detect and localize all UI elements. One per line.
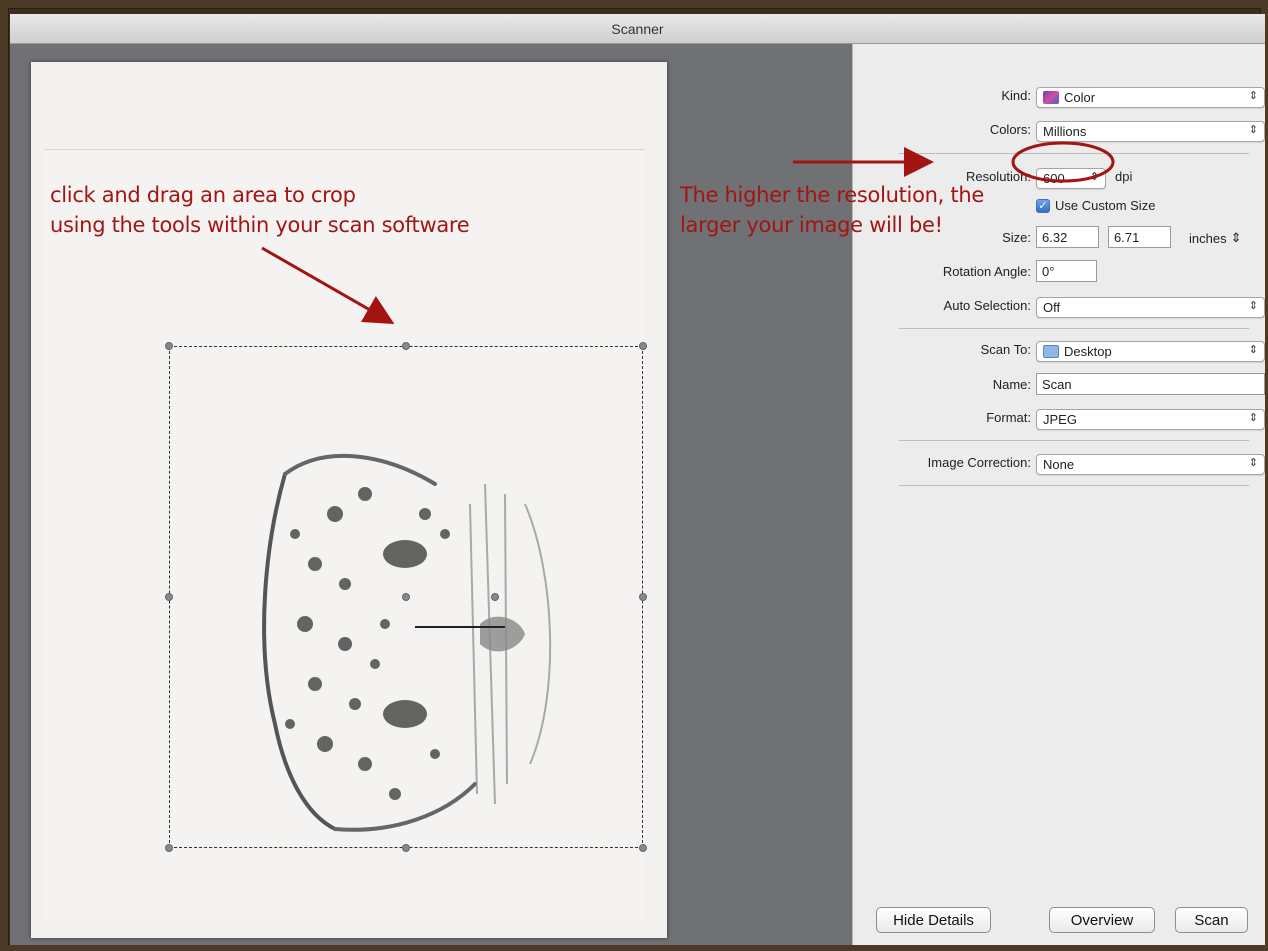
- overview-button[interactable]: Overview: [1049, 907, 1155, 933]
- resolution-unit: dpi: [1115, 169, 1133, 184]
- scanner-window: Scanner Kind: Color ⇕ Colors: Millions ⇕…: [10, 14, 1265, 945]
- folder-icon: [1043, 345, 1059, 358]
- auto-selection-popup[interactable]: Off ⇕: [1036, 297, 1265, 318]
- name-label: Name:: [992, 377, 1031, 392]
- scan-label: Scan: [1194, 911, 1229, 929]
- updown-arrows-icon: ⇕: [1089, 171, 1099, 183]
- hide-details-label: Hide Details: [893, 911, 974, 929]
- colors-popup[interactable]: Millions ⇕: [1036, 121, 1265, 142]
- crop-instruction-line-2: using the tools within your scan softwar…: [50, 213, 470, 237]
- rotation-label: Rotation Angle:: [942, 264, 1031, 279]
- rotation-field[interactable]: 0°: [1036, 260, 1097, 282]
- updown-arrows-icon: ⇕: [1248, 124, 1258, 136]
- scan-button[interactable]: Scan: [1175, 907, 1248, 933]
- overview-label: Overview: [1070, 911, 1134, 929]
- separator: [899, 440, 1249, 441]
- size-unit: inches: [1189, 230, 1227, 246]
- scan-preview-area[interactable]: [10, 44, 852, 945]
- crop-handle-top-middle[interactable]: [402, 342, 410, 350]
- scan-to-value: Desktop: [1064, 344, 1112, 359]
- crop-instruction-line-1: click and drag an area to crop: [50, 183, 356, 207]
- auto-selection-value: Off: [1043, 300, 1061, 315]
- size-unit-popup[interactable]: inches ⇕: [1189, 230, 1241, 246]
- crop-handle-top-right[interactable]: [639, 342, 647, 350]
- format-label: Format:: [986, 410, 1031, 425]
- image-correction-popup[interactable]: None ⇕: [1036, 454, 1265, 475]
- details-panel: Kind: Color ⇕ Colors: Millions ⇕ Resolut…: [852, 44, 1265, 945]
- colors-label: Colors:: [989, 122, 1031, 137]
- size-label: Size:: [1002, 230, 1031, 245]
- rotation-handle-right[interactable]: [491, 593, 499, 601]
- kind-popup[interactable]: Color ⇕: [1036, 87, 1265, 108]
- updown-arrows-icon: ⇕: [1248, 457, 1258, 469]
- separator: [899, 328, 1249, 329]
- color-swatch-icon: [1043, 91, 1059, 104]
- crop-handle-bottom-left[interactable]: [165, 844, 173, 852]
- kind-label: Kind:: [1001, 88, 1031, 103]
- crop-handle-middle-left[interactable]: [165, 593, 173, 601]
- title-bar: Scanner: [10, 14, 1265, 44]
- scan-to-popup[interactable]: Desktop ⇕: [1036, 341, 1265, 362]
- auto-selection-label: Auto Selection:: [943, 298, 1031, 313]
- rotation-handle-left[interactable]: [402, 593, 410, 601]
- crop-handle-bottom-middle[interactable]: [402, 844, 410, 852]
- resolution-note-line-2: larger your image will be!: [680, 213, 943, 237]
- kind-value: Color: [1064, 90, 1096, 105]
- name-value: Scan: [1042, 376, 1072, 392]
- name-field[interactable]: Scan: [1036, 373, 1265, 395]
- resolution-popup[interactable]: 600 ⇕: [1036, 168, 1106, 189]
- crop-handle-top-left[interactable]: [165, 342, 173, 350]
- colors-value: Millions: [1043, 124, 1087, 139]
- updown-arrows-icon: ⇕: [1248, 300, 1258, 312]
- size-height-value: 6.71: [1114, 229, 1140, 245]
- updown-arrows-icon: ⇕: [1248, 344, 1258, 356]
- image-correction-label: Image Correction:: [927, 455, 1031, 470]
- crop-handle-middle-right[interactable]: [639, 593, 647, 601]
- scan-to-label: Scan To:: [980, 342, 1031, 357]
- resolution-value: 600: [1043, 171, 1065, 186]
- window-title: Scanner: [611, 20, 664, 37]
- separator: [899, 153, 1249, 154]
- size-width-value: 6.32: [1042, 229, 1068, 245]
- updown-arrows-icon: ⇕: [1230, 230, 1242, 245]
- custom-size-label: Use Custom Size: [1055, 198, 1156, 213]
- image-correction-value: None: [1043, 457, 1075, 472]
- crop-handle-bottom-right[interactable]: [639, 844, 647, 852]
- updown-arrows-icon: ⇕: [1248, 412, 1258, 424]
- size-width-field[interactable]: 6.32: [1036, 226, 1099, 248]
- hide-details-button[interactable]: Hide Details: [876, 907, 991, 933]
- rotation-value: 0°: [1042, 263, 1055, 279]
- size-height-field[interactable]: 6.71: [1108, 226, 1171, 248]
- updown-arrows-icon: ⇕: [1248, 90, 1258, 102]
- format-value: JPEG: [1043, 412, 1077, 427]
- checkbox-checked-icon[interactable]: ✓: [1036, 198, 1050, 213]
- separator: [899, 485, 1249, 486]
- custom-size-checkbox-row[interactable]: ✓ Use Custom Size: [1036, 198, 1155, 213]
- format-popup[interactable]: JPEG ⇕: [1036, 409, 1265, 430]
- resolution-note-line-1: The higher the resolution, the: [680, 183, 984, 207]
